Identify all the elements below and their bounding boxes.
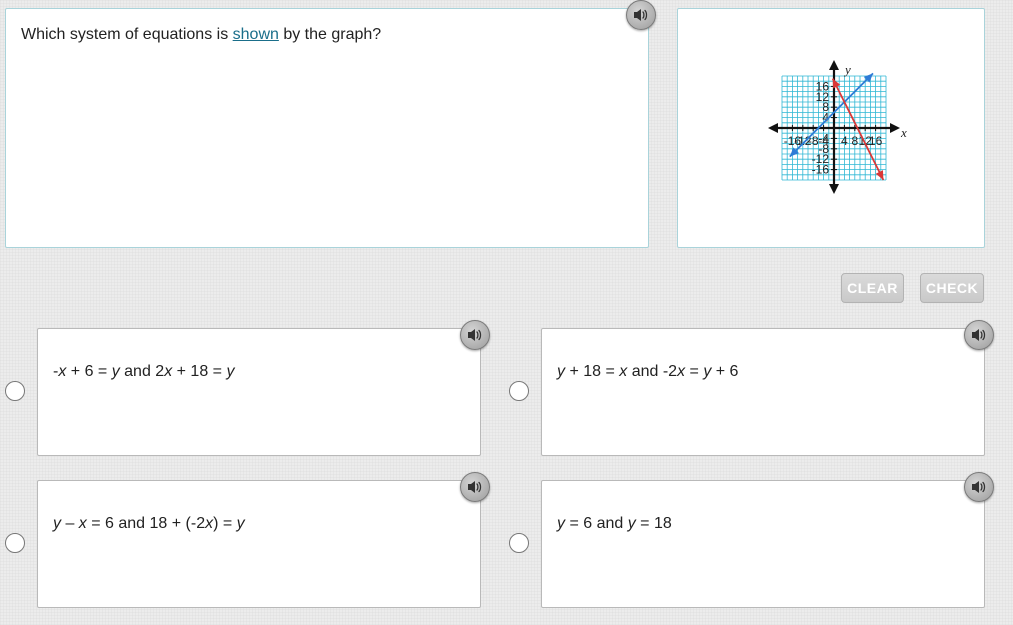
x-tick-label: 16 <box>869 134 883 148</box>
answer-choice-b[interactable]: y + 18 = x and -2x = y + 6 <box>541 320 994 456</box>
speaker-icon <box>468 329 482 341</box>
question-text: Which system of equations is shown by th… <box>21 26 381 44</box>
question-panel: Which system of equations is shown by th… <box>5 8 649 248</box>
choice-audio-button[interactable] <box>964 320 994 350</box>
y-tick-label: -16 <box>812 163 830 177</box>
speaker-icon <box>634 9 648 21</box>
choice-label: -x + 6 = y and 2x + 18 = y <box>53 363 235 380</box>
glossary-link[interactable]: shown <box>233 26 279 43</box>
choice-label: y + 18 = x and -2x = y + 6 <box>557 363 739 380</box>
graph-panel: -16 -12 -8 -4 4 8 12 16 16 12 8 4 -4 -8 -12 -16 x y <box>677 8 985 248</box>
speaker-icon <box>972 481 986 493</box>
answer-choice-a[interactable]: -x + 6 = y and 2x + 18 = y <box>37 320 490 456</box>
answer-choice-d[interactable]: y = 6 and y = 18 <box>541 472 994 608</box>
radio-choice-d[interactable] <box>509 533 529 553</box>
radio-choice-c[interactable] <box>5 533 25 553</box>
check-button[interactable]: CHECK <box>920 273 984 303</box>
x-axis-arrow-left <box>768 123 778 133</box>
choice-label: y – x = 6 and 18 + (-2x) = y <box>53 515 245 532</box>
choice-audio-button[interactable] <box>460 320 490 350</box>
y-axis-label: y <box>843 62 851 77</box>
x-axis-label: x <box>900 125 907 140</box>
choice-audio-button[interactable] <box>460 472 490 502</box>
y-axis-arrow-up <box>829 60 839 70</box>
x-tick-label: 4 <box>841 134 848 148</box>
y-axis-arrow-down <box>829 184 839 194</box>
choice-audio-button[interactable] <box>964 472 994 502</box>
coordinate-graph: -16-12-8 -4 4 8 1216161284-4-8-12-16xy <box>768 60 907 194</box>
clear-button[interactable]: CLEAR <box>841 273 904 303</box>
question-audio-button[interactable] <box>626 0 656 30</box>
radio-choice-a[interactable] <box>5 381 25 401</box>
answer-choice-c[interactable]: y – x = 6 and 18 + (-2x) = y <box>37 472 490 608</box>
question-text-after: by the graph? <box>278 26 382 43</box>
speaker-icon <box>468 481 482 493</box>
choice-label: y = 6 and y = 18 <box>557 515 672 532</box>
question-text-before: Which system of equations is <box>21 26 233 43</box>
speaker-icon <box>972 329 986 341</box>
x-tick-label: 8 <box>851 134 858 148</box>
x-axis-arrow-right <box>890 123 900 133</box>
radio-choice-b[interactable] <box>509 381 529 401</box>
